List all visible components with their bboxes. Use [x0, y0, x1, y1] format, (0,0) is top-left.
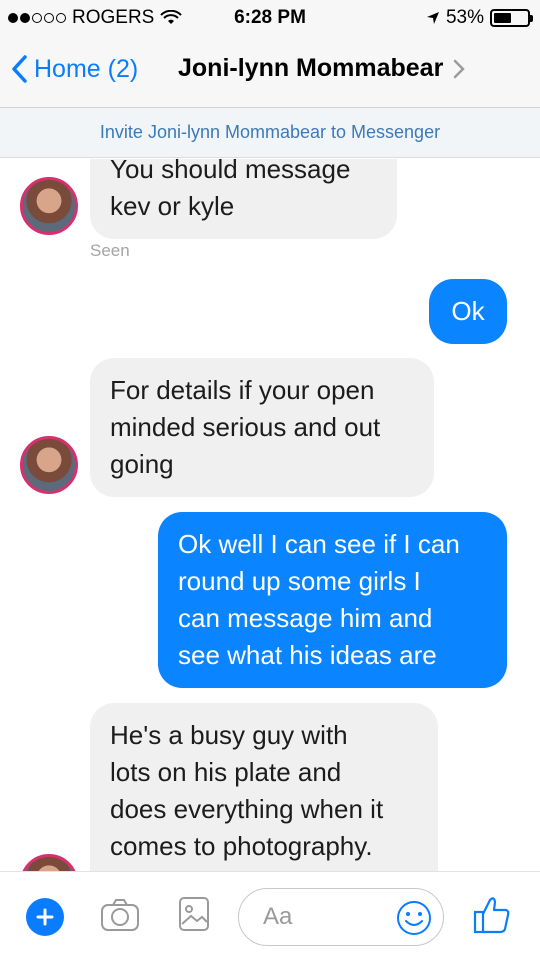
plus-icon[interactable] [26, 898, 64, 936]
message-bubble-incoming[interactable]: You should message kev or kyle [90, 159, 397, 239]
message-line: does everything when it [110, 794, 384, 824]
thumbs-up-icon[interactable] [472, 894, 512, 941]
message-line: You should message [110, 159, 351, 184]
battery-icon [490, 9, 533, 27]
conversation-title[interactable]: Joni-lynn Mommabear [178, 54, 466, 83]
back-button[interactable]: Home (2) [10, 54, 138, 84]
invite-link[interactable]: Invite Joni-lynn Mommabear to Messenger [100, 122, 440, 143]
battery-percent: 53% [445, 7, 484, 28]
back-label: Home (2) [34, 54, 139, 83]
battery-status: 53% [426, 7, 533, 29]
contact-avatar[interactable] [20, 177, 78, 235]
camera-icon[interactable] [100, 898, 140, 937]
message-thread[interactable]: You should message kev or kyle Seen Ok F… [0, 159, 540, 871]
message-line: Ok [451, 296, 485, 326]
contact-avatar[interactable] [20, 854, 78, 871]
location-arrow-icon [426, 12, 439, 24]
message-line: can message him and [178, 603, 433, 633]
message-line: lots on his plate and [110, 757, 342, 787]
message-line: round up some girls I [178, 566, 421, 596]
contact-avatar[interactable] [20, 436, 78, 494]
contact-name: Joni-lynn Mommabear [178, 54, 444, 82]
message-bubble-incoming[interactable]: For details if your open minded serious … [90, 358, 434, 497]
message-line: Ok well I can see if I can [178, 529, 460, 559]
status-bar: ROGERS 6:28 PM 53% [0, 0, 540, 36]
message-line: going [110, 449, 174, 479]
chevron-left-icon [12, 55, 27, 83]
invite-bar: Invite Joni-lynn Mommabear to Messenger [0, 108, 540, 158]
emoji-icon[interactable] [395, 899, 433, 942]
nav-bar: Home (2) Joni-lynn Mommabear [0, 36, 540, 108]
composer-bar: Aa [0, 871, 540, 960]
message-bubble-outgoing[interactable]: Ok well I can see if I can round up some… [158, 512, 507, 688]
message-input[interactable]: Aa [238, 888, 444, 946]
message-line: He's a busy guy with [110, 720, 348, 750]
message-bubble-outgoing[interactable]: Ok [429, 279, 507, 344]
message-bubble-incoming[interactable]: He's a busy guy with lots on his plate a… [90, 703, 438, 871]
seen-receipt: Seen [90, 241, 130, 260]
chevron-right-icon [454, 59, 466, 78]
message-line: minded serious and out [110, 412, 381, 442]
message-input-placeholder: Aa [263, 903, 293, 930]
message-line: For details if your open [110, 375, 375, 405]
message-line: kev or kyle [110, 191, 235, 221]
message-line: see what his ideas are [178, 640, 437, 670]
image-icon[interactable] [178, 896, 210, 937]
message-line: comes to photography. [110, 831, 373, 861]
